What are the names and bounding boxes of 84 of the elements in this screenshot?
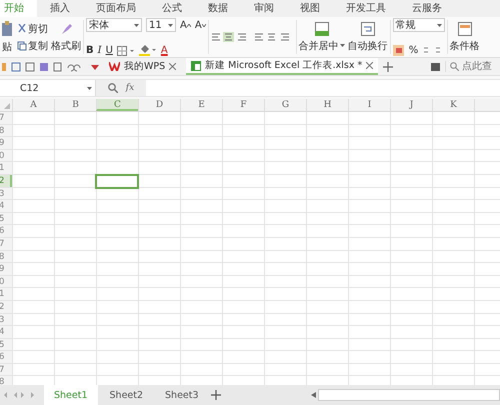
scroll-left-icon[interactable] — [311, 392, 316, 398]
column-header[interactable]: J — [390, 99, 432, 111]
conditional-format-button[interactable]: 条件格 — [450, 38, 480, 52]
scissors-icon — [17, 24, 27, 34]
row-header[interactable]: 7 — [0, 238, 12, 250]
ribbon-tab[interactable]: 插入 — [37, 0, 83, 17]
row-header[interactable]: 5 — [0, 212, 12, 224]
merge-cells-icon[interactable] — [314, 22, 329, 36]
sheet-tab[interactable]: Sheet1 — [44, 385, 98, 405]
shrink-font-button[interactable]: A — [194, 20, 206, 30]
conditional-format-icon[interactable] — [458, 22, 472, 36]
document-tab[interactable]: 新建 Microsoft Excel 工作表.xlsx * — [186, 58, 378, 75]
caret-icon — [168, 24, 173, 26]
copy-icon — [17, 40, 27, 50]
column-header[interactable]: C — [96, 99, 138, 111]
wrap-text-icon[interactable] — [360, 22, 375, 36]
row-header[interactable]: 1 — [0, 288, 12, 300]
caret-icon — [436, 24, 442, 26]
ribbon-tab[interactable]: 数据 — [195, 0, 241, 17]
column-header[interactable]: K — [432, 99, 474, 111]
grow-font-button[interactable]: A — [180, 20, 191, 30]
font-name-dropdown[interactable]: 宋体 — [86, 18, 142, 32]
bold-button[interactable]: B — [86, 45, 94, 56]
format-painter-button[interactable]: 格式刷 — [51, 38, 81, 52]
number-format-dropdown[interactable]: 常规 — [392, 18, 445, 32]
caret-icon — [202, 24, 206, 26]
column-header[interactable]: E — [180, 99, 222, 111]
column-header[interactable]: G — [264, 99, 306, 111]
document-tab[interactable]: 我的WPS — [104, 58, 182, 75]
ribbon-tab[interactable]: 视图 — [287, 0, 333, 17]
window-icon[interactable] — [431, 62, 440, 70]
clipboard-icon[interactable] — [0, 20, 14, 36]
caret-icon — [87, 86, 92, 90]
font-size-dropdown[interactable]: 11 — [146, 18, 176, 32]
function-button[interactable]: fx — [126, 83, 134, 93]
row-header[interactable]: 7 — [0, 112, 12, 124]
sheet-tab[interactable]: Sheet2 — [100, 385, 154, 405]
ribbon-tab[interactable]: 审阅 — [241, 0, 287, 17]
row-header[interactable]: 3 — [0, 314, 12, 326]
row-header[interactable]: 1 — [0, 162, 12, 174]
brush-icon[interactable] — [59, 22, 73, 36]
search-field[interactable]: 点此查 — [445, 61, 500, 72]
underline-button[interactable]: U — [106, 45, 113, 56]
merge-center-button[interactable]: 合并居中 — [298, 38, 345, 52]
close-icon[interactable] — [366, 62, 374, 69]
wps-logo-icon — [109, 62, 120, 71]
horizontal-scrollbar[interactable] — [318, 389, 500, 401]
italic-button[interactable]: I — [98, 45, 102, 56]
column-header[interactable]: A — [12, 99, 54, 111]
fill-color-icon[interactable] — [138, 45, 157, 56]
border-icon[interactable] — [116, 46, 135, 56]
close-icon[interactable] — [169, 63, 176, 70]
caret-icon — [134, 24, 139, 26]
row-header[interactable]: 7 — [0, 364, 12, 376]
caret-up-icon — [186, 24, 191, 26]
search-icon — [450, 62, 459, 71]
column-header[interactable]: F — [222, 99, 264, 111]
column-header[interactable]: H — [306, 99, 348, 111]
currency-icon[interactable] — [392, 45, 405, 56]
column-header[interactable]: I — [348, 99, 390, 111]
row-header[interactable]: 5 — [0, 338, 12, 350]
font-color-button[interactable]: A — [160, 45, 168, 56]
column-header[interactable]: D — [138, 99, 180, 111]
row-header[interactable]: 3 — [0, 188, 12, 200]
ribbon-tab[interactable]: 页面布局 — [83, 0, 149, 17]
sheet-tab[interactable]: Sheet3 — [155, 385, 209, 405]
percent-button[interactable]: % — [408, 45, 418, 56]
ribbon-tab[interactable]: 公式 — [149, 0, 195, 17]
document-tab-label: 新建 Microsoft Excel 工作表.xlsx * — [205, 59, 362, 72]
ribbon-tab[interactable]: 开发工具 — [333, 0, 399, 17]
document-tab-label: 我的WPS — [124, 60, 166, 73]
cut-button[interactable]: 剪切 — [17, 22, 48, 36]
ribbon-tab[interactable]: 开始 — [0, 0, 37, 17]
ribbon-tab[interactable]: 云服务 — [399, 0, 455, 17]
wrap-text-button[interactable]: 自动换行 — [348, 38, 388, 52]
new-tab-icon[interactable] — [383, 62, 394, 72]
selected-cell[interactable] — [95, 174, 139, 189]
add-sheet-icon[interactable] — [210, 390, 221, 400]
spreadsheet-icon — [191, 60, 202, 70]
dropdown-icon[interactable] — [91, 62, 99, 70]
paste-button[interactable]: 贴 — [2, 40, 12, 54]
copy-button[interactable]: 复制 — [17, 38, 48, 52]
zoom-icon[interactable] — [108, 83, 118, 93]
caret-icon — [340, 44, 345, 47]
